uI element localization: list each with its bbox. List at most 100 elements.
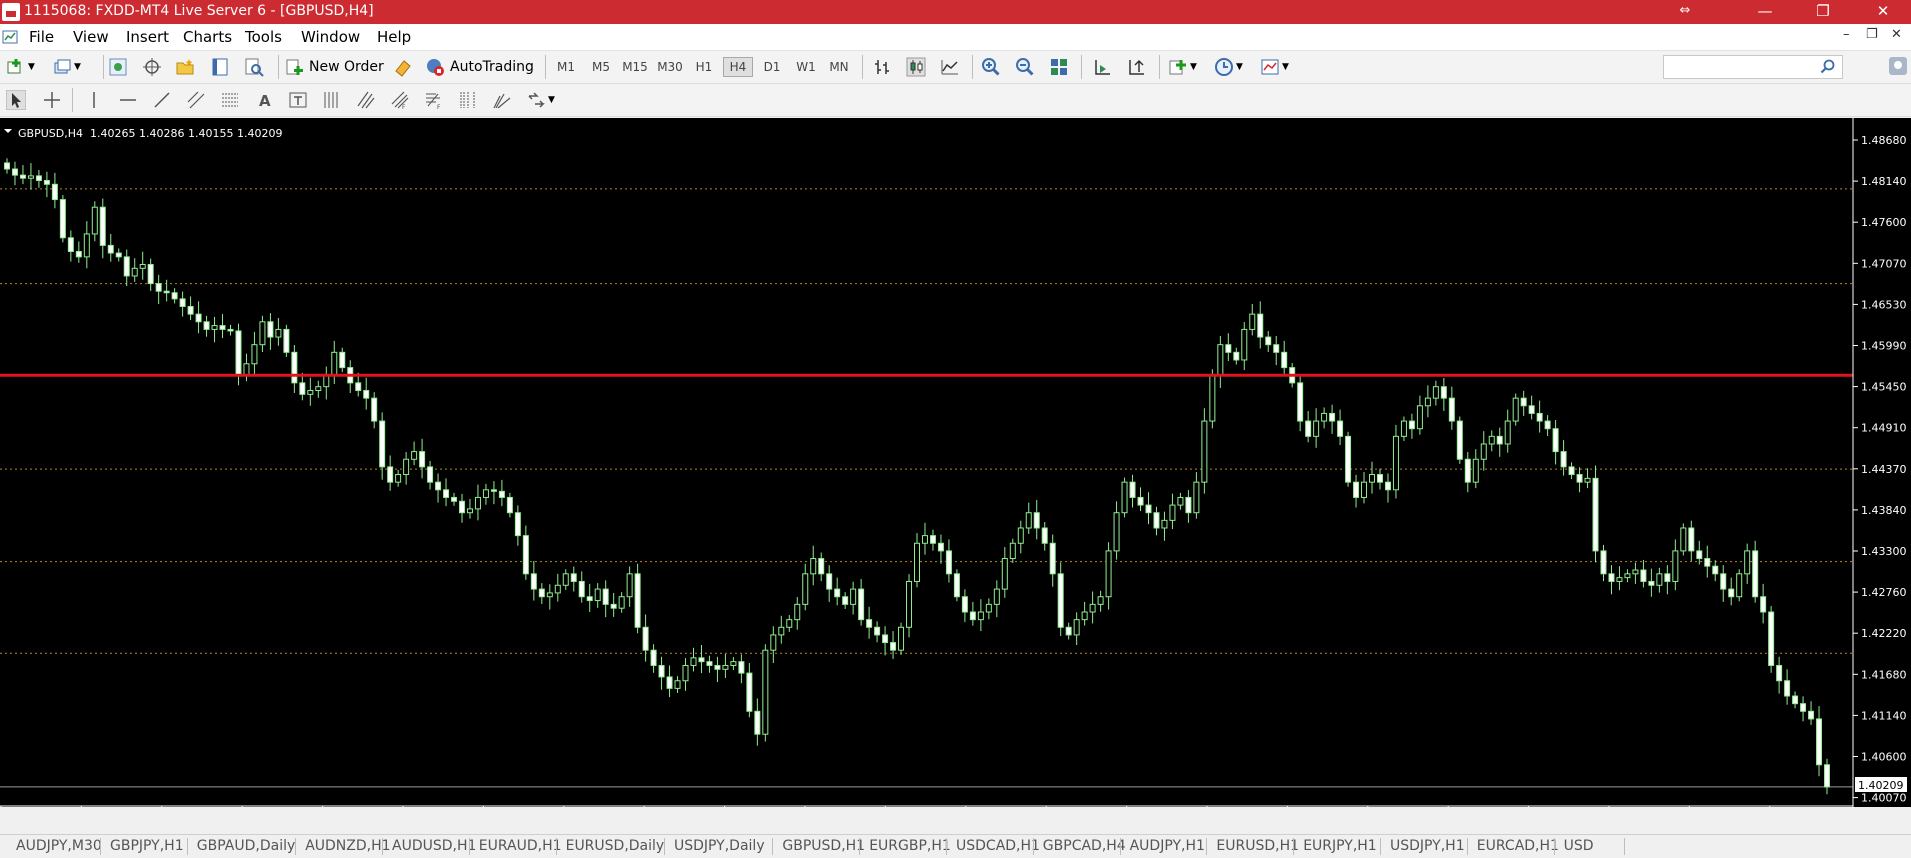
mdi-close-button[interactable]: ✕: [1891, 27, 1902, 42]
chart-tab[interactable]: USD: [1564, 838, 1594, 854]
chart-tab[interactable]: GBPAUD,Daily: [197, 838, 295, 854]
fibonacci-retracement-button[interactable]: [220, 89, 240, 111]
crosshair-button[interactable]: [42, 89, 62, 111]
candle: [427, 460, 434, 490]
timeframe-m1[interactable]: M1: [552, 57, 580, 77]
andrews-pitchfork-button[interactable]: [356, 89, 376, 111]
strategy-tester-button[interactable]: [244, 56, 264, 78]
new-chart-button[interactable]: ▼: [6, 56, 35, 78]
chart-tab[interactable]: EURAUD,H1: [479, 838, 562, 854]
fibonacci-channel-button[interactable]: F: [390, 89, 410, 111]
autotrading-icon: [427, 59, 444, 76]
timeframe-h1[interactable]: H1: [690, 57, 718, 77]
menu-window[interactable]: Window: [301, 28, 360, 46]
candle: [1760, 583, 1767, 624]
timeframe-m30[interactable]: M30: [656, 57, 684, 77]
menu-insert[interactable]: Insert: [126, 28, 169, 46]
text-label-button[interactable]: [288, 89, 308, 111]
menu-tools[interactable]: Tools: [245, 28, 282, 46]
indicators-button[interactable]: ▼: [1168, 56, 1197, 78]
chart-tab[interactable]: EURUSD,H1: [1216, 838, 1299, 854]
candle: [371, 392, 378, 429]
new-order-button[interactable]: New Order: [284, 56, 384, 78]
restore-arrows-icon[interactable]: ⇔: [1662, 0, 1708, 24]
chart-tab[interactable]: AUDJPY,M30: [16, 838, 102, 854]
zoom-out-button[interactable]: [1015, 56, 1035, 78]
metaeditor-button[interactable]: [393, 56, 413, 78]
bar-chart-button[interactable]: [872, 56, 892, 78]
menu-help[interactable]: Help: [377, 28, 411, 46]
vertical-line-button[interactable]: [84, 89, 104, 111]
chart-shift-button[interactable]: [1126, 56, 1146, 78]
tile-windows-icon: [1051, 59, 1067, 75]
elliott-wave-button[interactable]: [492, 89, 512, 111]
fibonacci-expansion-button[interactable]: F: [424, 89, 444, 111]
menu-view[interactable]: View: [73, 28, 109, 46]
clock-icon: [1215, 58, 1233, 76]
candle: [267, 313, 274, 350]
gann-grid-button[interactable]: [322, 89, 342, 111]
mdi-minimize-button[interactable]: –: [1843, 27, 1850, 42]
minimize-button[interactable]: —: [1742, 0, 1788, 24]
search-input[interactable]: [1666, 57, 1818, 77]
chart-tab[interactable]: USDCAD,H1: [956, 838, 1040, 854]
timeframe-h4[interactable]: H4: [723, 57, 753, 77]
maximize-button[interactable]: ❐: [1800, 0, 1846, 24]
candle: [1688, 520, 1695, 561]
chart-tab[interactable]: AUDNZD,H1: [305, 838, 390, 854]
chart-tab[interactable]: EURJPY,H1: [1303, 838, 1377, 854]
terminal-button[interactable]: [210, 56, 230, 78]
favorites-folder-button[interactable]: [175, 56, 195, 78]
chart-tab[interactable]: GBPUSD,H1: [782, 838, 865, 854]
equidistant-channel-button[interactable]: [186, 89, 206, 111]
auto-scroll-button[interactable]: [1092, 56, 1112, 78]
close-button[interactable]: ✕: [1860, 0, 1906, 24]
chart-tab[interactable]: GBPCAD,H4: [1043, 838, 1126, 854]
timeframe-mn[interactable]: MN: [825, 57, 853, 77]
line-chart-button[interactable]: [940, 56, 960, 78]
candlestick-chart[interactable]: 1.48680 1.48140 1.47600 1.47070 1.46530 1.459…: [0, 118, 1911, 807]
collapse-arrow-icon[interactable]: [4, 129, 12, 133]
candle: [251, 331, 258, 376]
chart-tab[interactable]: EURCAD,H1: [1477, 838, 1559, 854]
cursor-button[interactable]: [6, 89, 26, 111]
chart-tab[interactable]: AUDJPY,H1: [1130, 838, 1205, 854]
candle: [99, 198, 106, 259]
templates-button[interactable]: ▼: [1260, 56, 1289, 78]
menu-file[interactable]: File: [29, 28, 54, 46]
menu-charts[interactable]: Charts: [183, 28, 232, 46]
y-tick-label: 1.41680: [1861, 668, 1907, 681]
zoom-in-button[interactable]: [981, 56, 1001, 78]
chart-tab[interactable]: USDJPY,Daily: [674, 838, 765, 854]
community-icon[interactable]: [1889, 57, 1907, 75]
trendline-button[interactable]: [152, 89, 172, 111]
navigator-button[interactable]: [142, 56, 162, 78]
timeframe-m5[interactable]: M5: [587, 57, 615, 77]
candlesticks-button[interactable]: [906, 56, 926, 78]
y-tick-label: 1.47600: [1861, 216, 1907, 229]
timeframe-d1[interactable]: D1: [758, 57, 786, 77]
search-icon[interactable]: [1820, 59, 1836, 75]
candle: [1656, 567, 1663, 593]
search-box[interactable]: [1663, 55, 1843, 79]
text-button[interactable]: A: [254, 89, 274, 111]
chart-tab[interactable]: EURUSD,Daily: [566, 838, 665, 854]
profiles-button[interactable]: ▼: [52, 56, 81, 78]
chart-tab[interactable]: GBPJPY,H1: [110, 838, 184, 854]
dropdown-arrow-icon: ▼: [1190, 62, 1197, 72]
autotrading-button[interactable]: AutoTrading: [425, 56, 534, 78]
fibonacci-time-zones-button[interactable]: [458, 89, 478, 111]
horizontal-line-button[interactable]: [118, 89, 138, 111]
timeframe-m15[interactable]: M15: [621, 57, 649, 77]
timeframe-w1[interactable]: W1: [792, 57, 820, 77]
mdi-restore-button[interactable]: ❐: [1866, 27, 1878, 42]
market-watch-button[interactable]: [108, 56, 128, 78]
chart-tab[interactable]: AUDUSD,H1: [392, 838, 476, 854]
periods-button[interactable]: ▼: [1214, 56, 1243, 78]
arrows-button[interactable]: ▼: [526, 89, 555, 111]
chart-window[interactable]: 1.48680 1.48140 1.47600 1.47070 1.46530 1.459…: [0, 118, 1911, 807]
chart-tab[interactable]: USDJPY,H1: [1390, 838, 1465, 854]
chart-tab[interactable]: EURGBP,H1: [869, 838, 951, 854]
y-tick-label: 1.44910: [1861, 422, 1907, 435]
tile-windows-button[interactable]: [1049, 56, 1069, 78]
